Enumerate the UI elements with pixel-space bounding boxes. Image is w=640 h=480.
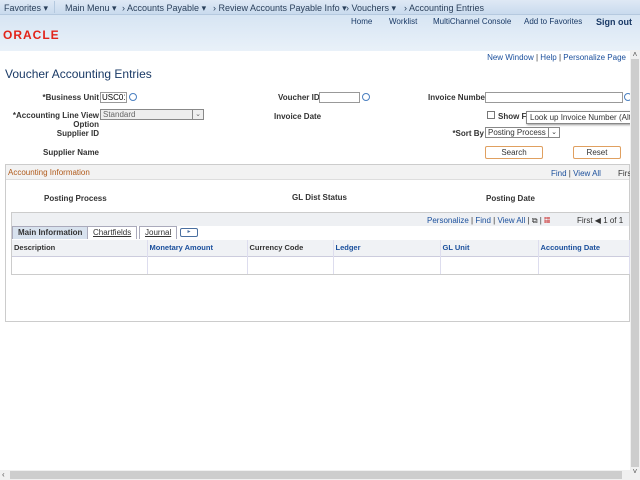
column-description: Description [12,240,148,256]
show-checkbox[interactable] [487,111,495,119]
personalize-link[interactable]: Personalize [427,216,469,225]
worklist-link[interactable]: Worklist [389,17,417,26]
breadcrumb-bar: Favorites ▾ Main Menu ▾ › Accounts Payab… [0,0,640,15]
lookup-icon[interactable] [129,93,137,101]
column-currency-code: Currency Code [247,240,334,256]
view-all-link[interactable]: View All [573,169,601,178]
crumb-review-ap-info[interactable]: › Review Accounts Payable Info ▾ [213,3,347,14]
oracle-logo: ORACLE [3,28,60,42]
voucher-id-label: Voucher ID [278,93,320,102]
help-link[interactable]: Help [540,53,556,62]
crumb-accounting-entries[interactable]: › Accounting Entries [404,3,484,13]
grid-view-all-link[interactable]: View All [497,216,525,225]
column-gl-unit[interactable]: GL Unit [440,240,539,256]
accounting-line-view-select[interactable]: Standard ⌄ [100,109,204,120]
main-menu[interactable]: Main Menu ▾ [65,3,117,14]
business-unit-label: *Business Unit [42,93,99,102]
lookup-icon[interactable] [362,93,370,101]
posting-date-label: Posting Date [486,194,535,203]
personalize-page-link[interactable]: Personalize Page [563,53,626,62]
column-ledger[interactable]: Ledger [333,240,441,256]
invoice-number-label: Invoice Number [428,93,489,102]
supplier-name-label: Supplier Name [42,148,99,157]
pager-text: 1 of 1 [603,216,624,225]
grid-find-link[interactable]: Find [475,216,491,225]
section-title: Accounting Information [8,168,90,177]
invoice-number-input[interactable] [485,92,623,103]
add-to-favorites-link[interactable]: Add to Favorites [524,17,582,26]
gl-dist-status-label: GL Dist Status [292,193,347,202]
page-title: Voucher Accounting Entries [5,67,152,81]
zoom-icon[interactable]: ⧉ [532,216,538,225]
search-button[interactable]: Search [485,146,543,159]
sort-by-label: *Sort By [452,129,484,138]
accounting-line-view-label: *Accounting Line View Option [12,111,99,129]
voucher-id-input[interactable] [319,92,360,103]
home-link[interactable]: Home [351,17,372,26]
column-accounting-date[interactable]: Accounting Date [538,240,630,256]
horizontal-scrollbar[interactable]: ‹ [0,470,630,480]
find-link[interactable]: Find [551,169,567,178]
sign-out-link[interactable]: Sign out [596,17,632,27]
crumb-accounts-payable[interactable]: › Accounts Payable ▾ [122,3,206,14]
header: Home Worklist MultiChannel Console Add t… [0,15,640,51]
favorites-menu[interactable]: Favorites ▾ [4,3,48,14]
tooltip: Look up Invoice Number (Alt+5) [526,111,640,124]
reset-button[interactable]: Reset [573,146,621,159]
vertical-scrollbar[interactable]: ˄ ˅ [630,50,640,480]
show-all-columns-icon[interactable]: ▸ [180,228,198,237]
accounting-table: Description Monetary Amount Currency Cod… [12,240,630,274]
business-unit-input[interactable] [100,92,127,103]
new-window-link[interactable]: New Window [487,53,534,62]
previous-icon[interactable]: ◀ [595,216,601,225]
sort-by-select[interactable]: Posting Process ⌄ [485,127,560,138]
posting-process-label: Posting Process [44,194,107,203]
table-row [12,256,630,274]
multichannel-console-link[interactable]: MultiChannel Console [433,17,511,26]
crumb-vouchers[interactable]: › Vouchers ▾ [346,3,396,14]
supplier-id-label: Supplier ID [56,129,99,138]
tab-journal[interactable]: Journal [139,226,178,239]
tab-chartfields[interactable]: Chartfields [87,226,138,239]
grid-first-label: First [577,216,593,225]
invoice-date-label: Invoice Date [274,112,322,121]
show-label: Show F [498,112,527,121]
download-icon[interactable]: ▦ [544,216,550,225]
tab-main-information[interactable]: Main Information [12,226,89,239]
column-monetary-amount[interactable]: Monetary Amount [147,240,248,256]
